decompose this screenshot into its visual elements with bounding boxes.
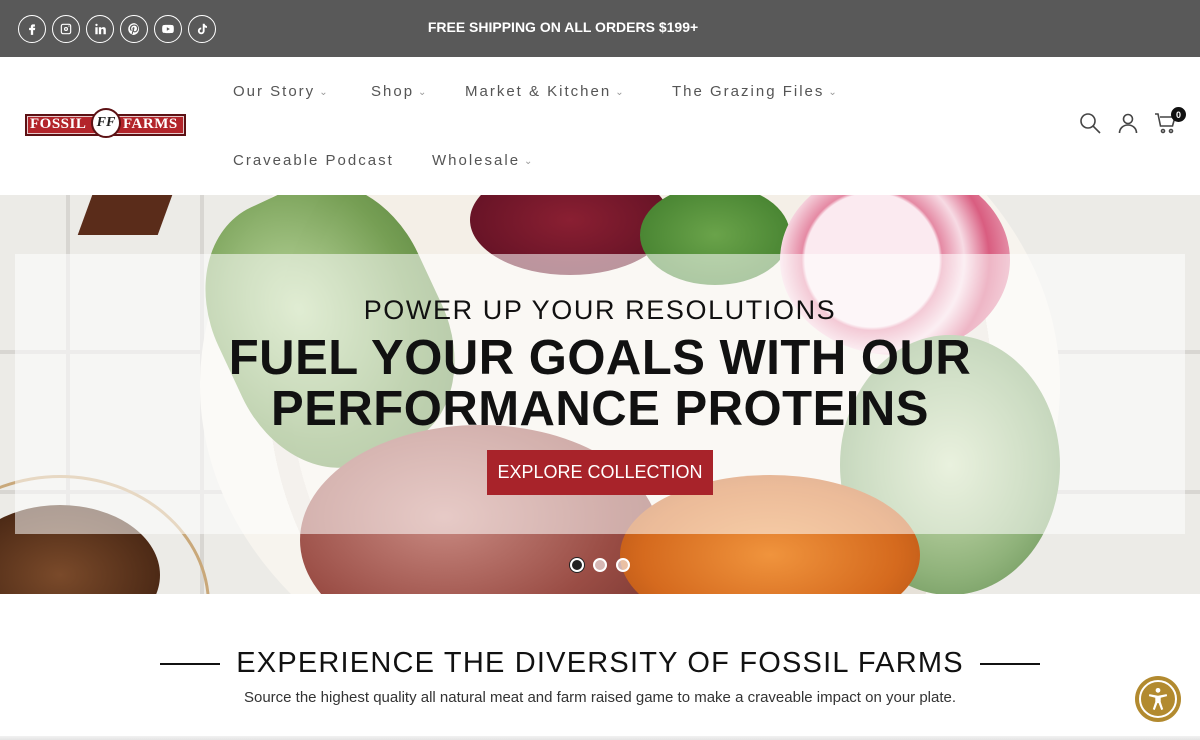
nav-our-story[interactable]: Our Story ⌄ — [233, 83, 328, 100]
logo-monogram: FF — [91, 108, 121, 138]
section-title: EXPERIENCE THE DIVERSITY OF FOSSIL FARMS — [236, 647, 964, 679]
logo-word-farms: FARMS — [123, 116, 178, 132]
explore-collection-button[interactable]: EXPLORE COLLECTION — [487, 450, 713, 495]
accessibility-button[interactable] — [1135, 676, 1181, 722]
search-icon[interactable] — [1078, 111, 1102, 135]
section-description: Source the highest quality all natural m… — [243, 689, 957, 706]
accessibility-icon — [1139, 680, 1177, 718]
hero-subtitle: POWER UP YOUR RESOLUTIONS — [363, 295, 837, 325]
nav-label: Our Story — [233, 83, 316, 100]
promo-banner-text: FREE SHIPPING ON ALL ORDERS $199+ — [427, 19, 699, 35]
hero-slider: POWER UP YOUR RESOLUTIONS FUEL YOUR GOAL… — [0, 195, 1200, 594]
nav-label: Shop — [371, 83, 415, 100]
slider-dot-3[interactable] — [616, 558, 630, 572]
account-icon[interactable] — [1116, 111, 1140, 135]
nav-label: Wholesale — [432, 152, 521, 169]
chevron-down-icon: ⌄ — [319, 86, 328, 98]
slider-dot-2[interactable] — [593, 558, 607, 572]
nav-label: The Grazing Files — [672, 83, 825, 100]
next-section-edge — [0, 736, 1200, 740]
hero-title: FUEL YOUR GOALS WITH OUR PERFORMANCE PRO… — [0, 333, 1200, 435]
slider-dots — [570, 558, 630, 572]
hero-title-line-1: FUEL YOUR GOALS WITH OUR — [228, 331, 972, 385]
chevron-down-icon: ⌄ — [524, 155, 533, 167]
top-bar: FREE SHIPPING ON ALL ORDERS $199+ — [0, 0, 1200, 57]
chevron-down-icon: ⌄ — [615, 86, 624, 98]
nav-shop[interactable]: Shop ⌄ — [371, 83, 426, 100]
nav-label: Market & Kitchen — [465, 83, 612, 100]
cart-count-badge: 0 — [1171, 107, 1186, 122]
nav-wholesale[interactable]: Wholesale ⌄ — [432, 152, 532, 169]
site-header: FOSSIL FARMS FF Our Story ⌄ Shop ⌄ Market … — [0, 57, 1200, 195]
fossil-farms-logo[interactable]: FOSSIL FARMS FF — [25, 108, 186, 140]
hero-title-line-2: PERFORMANCE PROTEINS — [271, 382, 929, 436]
nav-grazing-files[interactable]: The Grazing Files ⌄ — [672, 83, 837, 100]
nav-label: Craveable Podcast — [233, 152, 394, 169]
chevron-down-icon: ⌄ — [418, 86, 427, 98]
slider-dot-1[interactable] — [570, 558, 584, 572]
knife-handle-image — [77, 195, 173, 235]
nav-craveable-podcast[interactable]: Craveable Podcast — [233, 152, 394, 169]
chevron-down-icon: ⌄ — [828, 86, 837, 98]
logo-word-fossil: FOSSIL — [30, 116, 87, 132]
nav-market-kitchen[interactable]: Market & Kitchen ⌄ — [465, 83, 624, 100]
